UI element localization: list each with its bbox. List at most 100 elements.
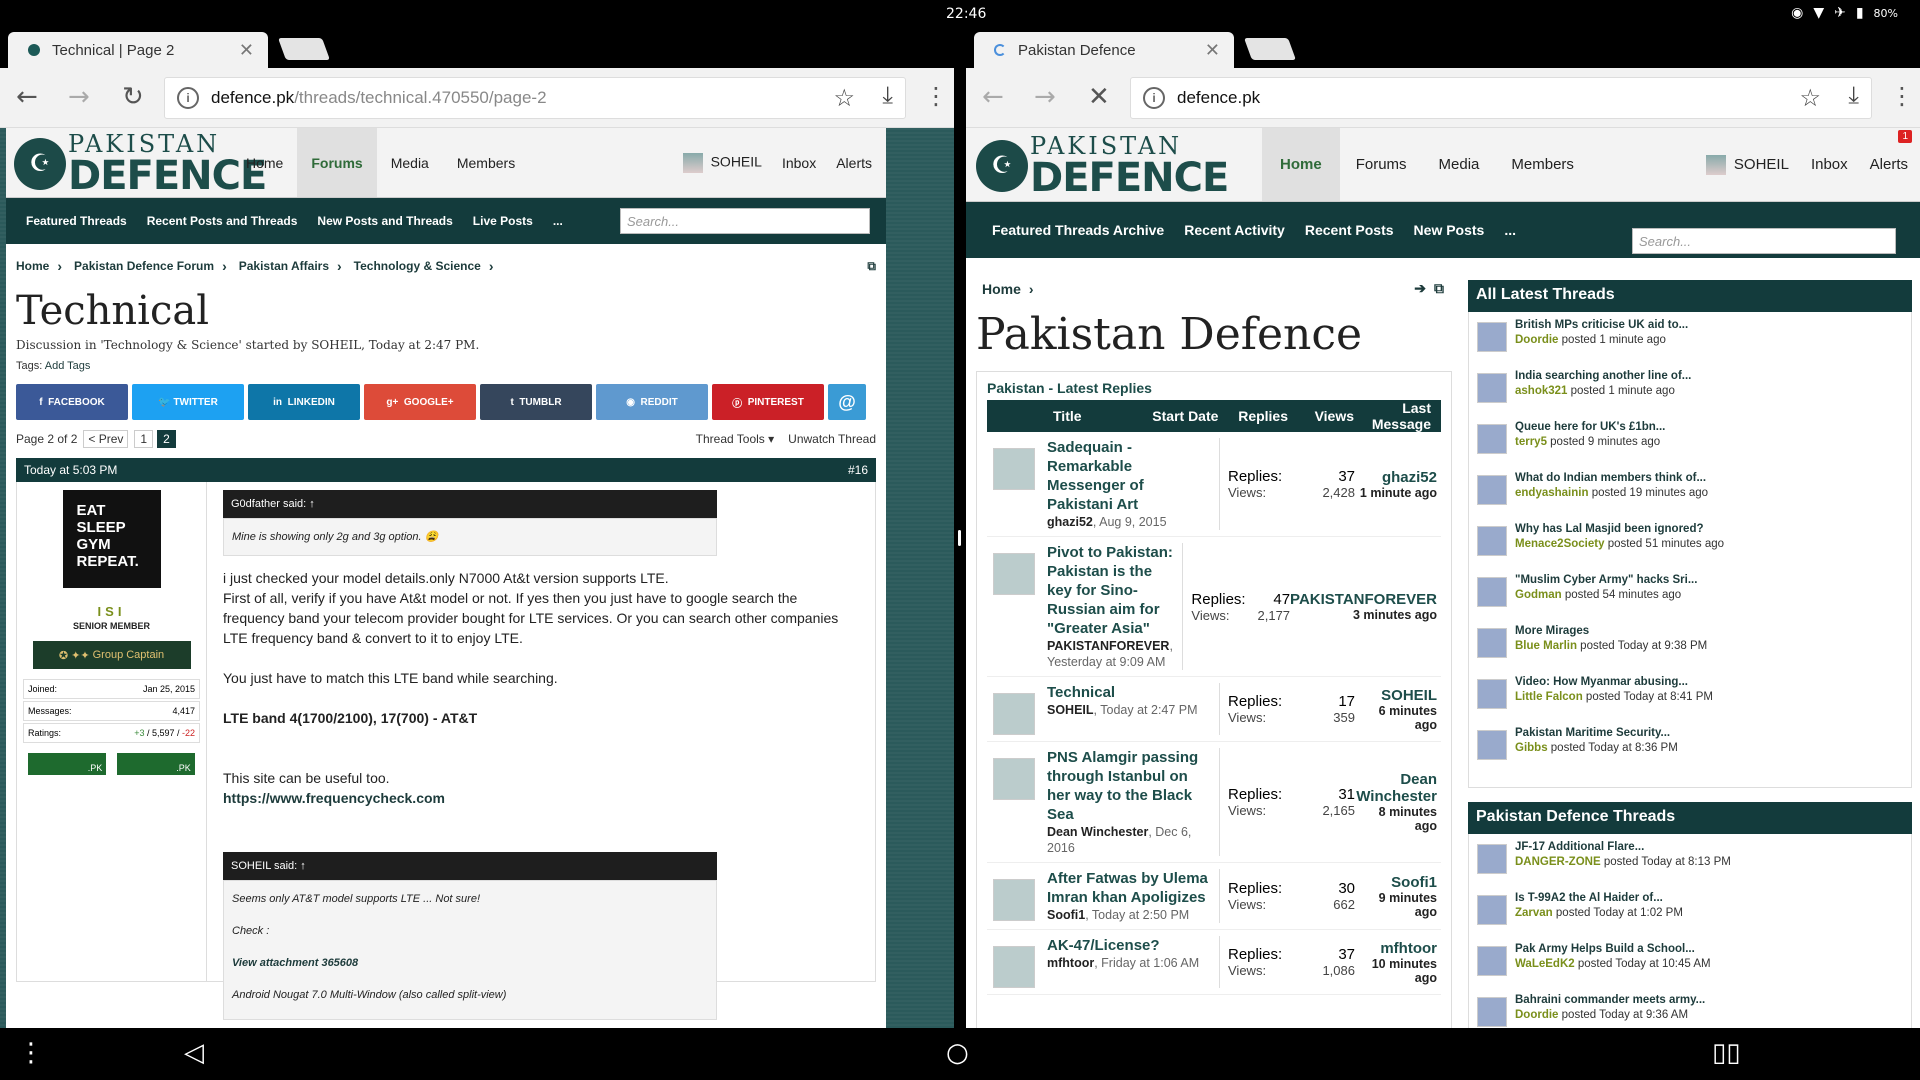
user-menu[interactable]: SOHEIL (1705, 154, 1789, 175)
sidebar-thread-item[interactable]: Is T-99A2 the Al Haider of... Zarvan pos… (1477, 885, 1903, 936)
subnav-new-posts[interactable]: New Posts (1404, 222, 1495, 238)
thread-title-link[interactable]: Technical (1047, 683, 1211, 702)
thread-row[interactable]: After Fatwas by Ulema Imran khan Apoligi… (987, 863, 1441, 930)
page-2-button[interactable]: 2 (157, 430, 176, 448)
sidebar-thread-title[interactable]: More Mirages (1515, 624, 1707, 638)
thread-starter[interactable]: ghazi52 (1047, 515, 1093, 529)
thread-avatar[interactable] (1477, 679, 1507, 709)
thread-avatar[interactable] (993, 553, 1035, 595)
sidebar-thread-item[interactable]: Video: How Myanmar abusing... Little Fal… (1477, 669, 1903, 720)
split-view-divider[interactable] (954, 28, 966, 1028)
share-twitter-button[interactable]: 🐦 TWITTER (132, 384, 244, 420)
user-menu[interactable]: SOHEIL (682, 152, 762, 173)
post-number[interactable]: #16 (848, 463, 868, 477)
thread-avatar[interactable] (1477, 628, 1507, 658)
alerts-link[interactable]: Alerts 1 (1870, 130, 1912, 173)
thread-starter[interactable]: SOHEIL (1047, 703, 1094, 717)
sidebar-thread-title[interactable]: Pakistan Maritime Security... (1515, 726, 1678, 740)
post-username[interactable]: ISI (23, 604, 200, 619)
sidebar-thread-item[interactable]: Pak Army Helps Build a School... WaLeEdK… (1477, 936, 1903, 987)
nav-members[interactable]: Members (1495, 128, 1590, 201)
sidebar-thread-title[interactable]: What do Indian members think of... (1515, 471, 1708, 485)
unwatch-thread-link[interactable]: Unwatch Thread (788, 432, 876, 446)
last-post-time[interactable]: 3 minutes ago (1290, 608, 1437, 622)
share-pinterest-button[interactable]: ⓟ PINTEREST (712, 384, 824, 420)
subnav-recent-activity[interactable]: Recent Activity (1174, 222, 1295, 238)
subnav-live[interactable]: Live Posts (463, 214, 543, 228)
nav-forums[interactable]: Forums (1340, 128, 1423, 201)
sidebar-thread-user[interactable]: Doordie (1515, 334, 1558, 346)
quote-2-header[interactable]: SOHEIL said: ↑ (223, 852, 717, 880)
sidebar-thread-title[interactable]: JF-17 Additional Flare... (1515, 840, 1731, 854)
sidebar-thread-item[interactable]: More Mirages Blue Marlin posted Today at… (1477, 618, 1903, 669)
last-poster[interactable]: mfhtoor (1355, 940, 1437, 957)
nav-home[interactable]: Home (232, 128, 297, 197)
last-post-time[interactable]: 9 minutes ago (1355, 891, 1437, 919)
sidebar-thread-title[interactable]: "Muslim Cyber Army" hacks Sri... (1515, 573, 1697, 587)
sidebar-thread-item[interactable]: What do Indian members think of... endya… (1477, 465, 1903, 516)
download-icon[interactable]: ⤓ (1848, 82, 1859, 110)
subnav-new[interactable]: New Posts and Threads (307, 214, 462, 228)
close-tab-icon[interactable]: ✕ (239, 40, 254, 61)
thread-avatar[interactable] (993, 879, 1035, 921)
thread-row[interactable]: Technical SOHEIL, Today at 2:47 PM Repli… (987, 677, 1441, 742)
address-bar[interactable]: i defence.pk/threads/technical.470550/pa… (164, 77, 906, 119)
page-1-button[interactable]: 1 (134, 430, 154, 448)
last-post-time[interactable]: 1 minute ago (1355, 486, 1437, 500)
nav-members[interactable]: Members (443, 128, 529, 197)
thread-starter[interactable]: PAKISTANFOREVER (1047, 639, 1169, 653)
nav-forums[interactable]: Forums (297, 128, 377, 197)
last-poster[interactable]: Dean Winchester (1355, 771, 1437, 805)
forward-arrow-icon[interactable]: → (1034, 82, 1056, 112)
prev-page-button[interactable]: < Prev (83, 430, 129, 448)
menu-dots-icon[interactable]: ⋮ (1890, 82, 1914, 110)
thread-title-link[interactable]: Sadequain - Remarkable Messenger of Paki… (1047, 438, 1211, 514)
thread-starter[interactable]: mfhtoor (1047, 956, 1094, 970)
thread-avatar[interactable] (993, 946, 1035, 988)
last-post-time[interactable]: 10 minutes ago (1355, 957, 1437, 985)
thread-title-link[interactable]: After Fatwas by Ulema Imran khan Apoligi… (1047, 869, 1211, 907)
sidebar-thread-item[interactable]: Why has Lal Masjid been ignored? Menace2… (1477, 516, 1903, 567)
sitemap-icon[interactable]: ⧉ (1434, 280, 1444, 297)
search-input[interactable]: Search... (620, 208, 870, 234)
sidebar-thread-user[interactable]: DANGER-ZONE (1515, 856, 1601, 868)
share-facebook-button[interactable]: f FACEBOOK (16, 384, 128, 420)
thread-row[interactable]: AK-47/License? mfhtoor, Friday at 1:06 A… (987, 930, 1441, 995)
latest-replies-heading[interactable]: Pakistan - Latest Replies (987, 380, 1441, 396)
download-icon[interactable]: ⤓ (882, 82, 893, 110)
sidebar-thread-item[interactable]: India searching another line of... ashok… (1477, 363, 1903, 414)
subnav-featured-archive[interactable]: Featured Threads Archive (982, 222, 1174, 238)
thread-avatar[interactable] (1477, 946, 1507, 976)
frequency-link[interactable]: https://www.frequencycheck.com (223, 788, 859, 808)
thread-row[interactable]: PNS Alamgir passing through Istanbul on … (987, 742, 1441, 863)
divider-handle[interactable] (958, 530, 961, 546)
sidebar-thread-title[interactable]: Bahraini commander meets army... (1515, 993, 1705, 1007)
sidebar-thread-title[interactable]: Video: How Myanmar abusing... (1515, 675, 1713, 689)
tab-pakistan-defence[interactable]: Pakistan Defence ✕ (974, 32, 1234, 68)
share-google-button[interactable]: g+ GOOGLE+ (364, 384, 476, 420)
reload-icon[interactable]: ↻ (122, 82, 144, 112)
breadcrumb-affairs[interactable]: Pakistan Affairs (239, 259, 329, 273)
sidebar-thread-item[interactable]: Bahraini commander meets army... Doordie… (1477, 987, 1903, 1028)
last-post-time[interactable]: 6 minutes ago (1355, 704, 1437, 732)
sidebar-thread-item[interactable]: JF-17 Additional Flare... DANGER-ZONE po… (1477, 834, 1903, 885)
sidebar-thread-title[interactable]: British MPs criticise UK aid to... (1515, 318, 1688, 332)
sidebar-thread-user[interactable]: Gibbs (1515, 742, 1548, 754)
tab-technical[interactable]: Technical | Page 2 ✕ (8, 32, 268, 68)
sidebar-thread-user[interactable]: Blue Marlin (1515, 640, 1577, 652)
alerts-link[interactable]: Alerts (836, 155, 872, 171)
thread-avatar[interactable] (1477, 322, 1507, 352)
share-linkedin-button[interactable]: in LINKEDIN (248, 384, 360, 420)
overflow-menu-icon[interactable]: ⋮ (18, 1038, 44, 1068)
forward-arrow-icon[interactable]: → (68, 82, 90, 112)
menu-dots-icon[interactable]: ⋮ (924, 82, 948, 110)
new-tab-button[interactable] (1243, 38, 1297, 60)
breadcrumb-home[interactable]: Home (982, 281, 1021, 297)
thread-avatar[interactable] (1477, 895, 1507, 925)
search-input[interactable]: Search... (1632, 228, 1896, 254)
last-poster[interactable]: Soofi1 (1355, 874, 1437, 891)
close-tab-icon[interactable]: ✕ (1205, 40, 1220, 61)
sidebar-thread-title[interactable]: Is T-99A2 the Al Haider of... (1515, 891, 1683, 905)
back-nav-icon[interactable]: ◁ (184, 1038, 204, 1068)
thread-avatar[interactable] (1477, 844, 1507, 874)
